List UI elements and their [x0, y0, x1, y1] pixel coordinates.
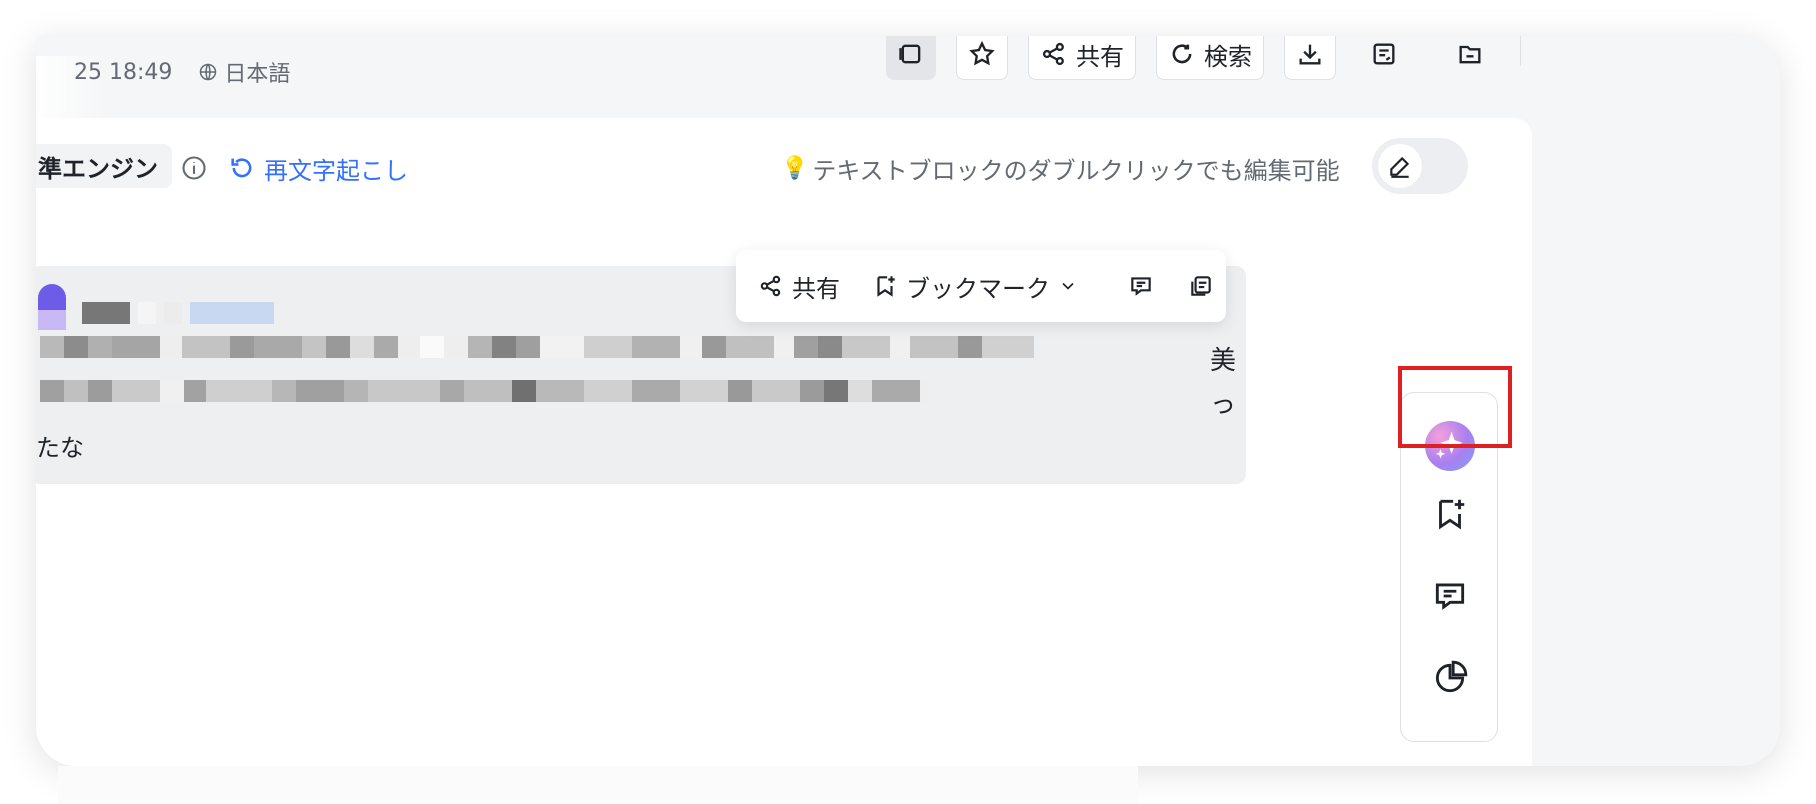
info-icon[interactable]	[180, 154, 208, 182]
search-button[interactable]: 検索	[1156, 36, 1264, 80]
hint-text: テキストブロックのダブルクリックでも編集可能	[812, 156, 1340, 185]
toolbar-divider	[1520, 36, 1521, 66]
window-shadow-strip	[58, 766, 1138, 804]
lightbulb-icon: 💡	[781, 155, 809, 181]
transcript-last-line: たな	[36, 434, 84, 462]
block-action-bar: 共有 ブックマーク	[736, 250, 1226, 322]
speaker-avatar	[38, 284, 66, 330]
download-icon	[1299, 44, 1321, 65]
highlight-annotation	[1398, 366, 1512, 448]
share-icon	[1042, 42, 1064, 66]
favorite-button[interactable]	[956, 36, 1008, 80]
edit-hint: 💡 テキストブロックのダブルクリックでも編集可能	[781, 148, 1340, 188]
search-icon	[1172, 44, 1192, 64]
folder-icon	[1459, 45, 1481, 64]
tail-char-2: っ	[1210, 390, 1237, 420]
document-list-icon	[1373, 43, 1395, 65]
engine-label: 準エンジン	[38, 154, 158, 183]
pie-chart-icon	[1435, 660, 1468, 693]
action-copy-button[interactable]	[1188, 270, 1214, 302]
share-icon	[760, 275, 781, 297]
bookmark-add-icon	[1439, 499, 1465, 530]
action-comment-button[interactable]	[1128, 270, 1154, 302]
action-bookmark-label: ブックマーク	[906, 274, 1050, 303]
top-toolbar: 共有 検索	[36, 36, 1780, 82]
action-share-button[interactable]: 共有	[758, 270, 840, 303]
app-window: 25 18:49 日本語 共有 検索 準エンジン 再文字起こし 💡 テキストブロ…	[36, 36, 1780, 766]
sidebar-icon	[899, 44, 921, 64]
transcript-panel: 準エンジン 再文字起こし 💡 テキストブロックのダブルクリックでも編集可能 美 …	[36, 118, 1532, 766]
refresh-icon	[231, 158, 252, 178]
share-label: 共有	[1076, 42, 1124, 71]
edit-toggle-knob	[1378, 144, 1422, 188]
export-text-button[interactable]	[1358, 36, 1410, 80]
bookmark-add-icon	[877, 276, 895, 297]
retranscribe-label: 再文字起こし	[264, 156, 408, 185]
rail-statistics-button[interactable]	[1425, 653, 1475, 703]
action-bookmark-button[interactable]: ブックマーク	[872, 270, 1078, 303]
copy-icon	[1191, 276, 1211, 296]
star-icon	[969, 40, 995, 66]
tail-char-1: 美	[1210, 346, 1237, 376]
sidebar-toggle-button[interactable]	[886, 36, 936, 80]
transcript-text-redacted	[40, 336, 1210, 424]
pencil-icon	[1390, 156, 1410, 178]
rail-bookmark-button[interactable]	[1425, 489, 1475, 539]
comment-icon	[1131, 277, 1151, 296]
move-to-folder-button[interactable]	[1444, 36, 1496, 80]
retranscribe-button[interactable]: 再文字起こし	[228, 148, 408, 188]
engine-badge[interactable]: 準エンジン	[36, 144, 172, 188]
chevron-down-icon	[1062, 282, 1074, 290]
action-share-label: 共有	[792, 274, 840, 303]
download-button[interactable]	[1284, 36, 1336, 80]
search-label: 検索	[1204, 42, 1252, 71]
share-button[interactable]: 共有	[1028, 36, 1136, 80]
comment-icon	[1435, 583, 1465, 610]
edit-mode-toggle[interactable]	[1372, 138, 1468, 194]
speaker-name-redacted	[82, 302, 274, 324]
rail-comment-button[interactable]	[1425, 571, 1475, 621]
